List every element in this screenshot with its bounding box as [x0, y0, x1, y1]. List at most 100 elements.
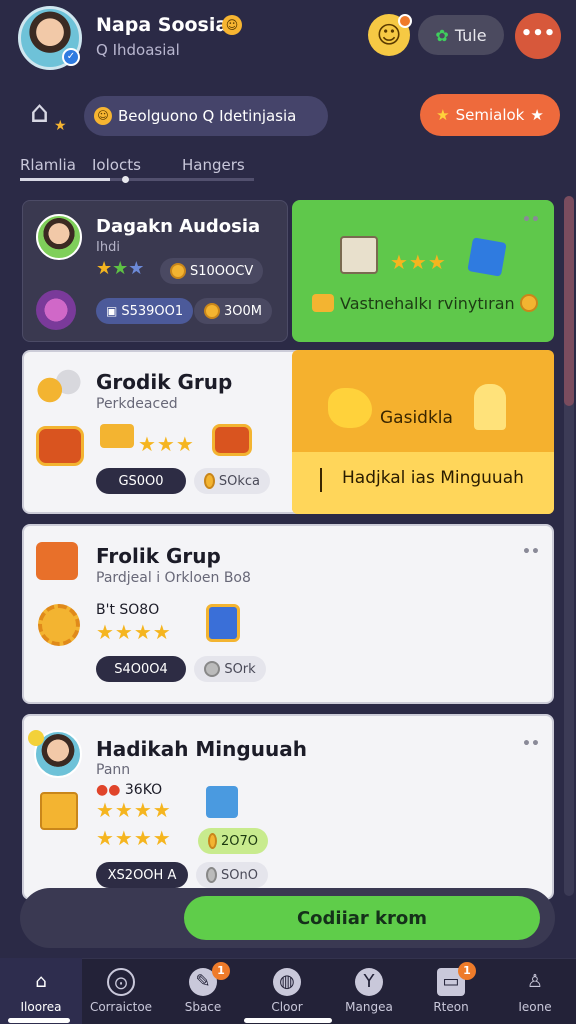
box-icon — [206, 786, 238, 818]
nav-label: Sbace — [184, 1000, 222, 1014]
coin-icon — [204, 303, 220, 319]
group-pill-a[interactable]: S4O0O4 — [96, 656, 186, 682]
group-price: B't SO8O — [96, 602, 160, 618]
nav-label: Corraictoe — [89, 1000, 153, 1014]
featured-pill-a[interactable]: ▣ S539OO1 — [96, 298, 194, 324]
card-icon: ▣ — [106, 304, 118, 318]
group-pill-b-label: SOrk — [224, 661, 256, 677]
bottle-icon — [474, 384, 506, 430]
group-pill-a[interactable]: XS2OOH A — [96, 862, 188, 888]
coin-icon — [208, 833, 217, 849]
search-field[interactable]: ☺ Beolguono Q Idetinjasia — [84, 96, 328, 136]
nav-item-home[interactable]: ⌂ Iloorea — [0, 958, 82, 1024]
featured-title: Dagakn Audosia — [96, 216, 261, 237]
flower-thumbnail — [36, 290, 76, 330]
more-options-button[interactable]: ••• — [515, 13, 561, 59]
group-pill-a-label: GS0O0 — [118, 473, 164, 489]
group-title: Grodik Grup — [96, 370, 233, 394]
gold-bars-icon — [100, 424, 134, 448]
group-pill-a-label: XS2OOH A — [107, 867, 177, 883]
notification-dot-icon — [398, 14, 412, 28]
scrollbar-thumb[interactable] — [564, 196, 574, 406]
compass-icon: ⊙ — [107, 968, 135, 996]
group-subtitle: Pann — [96, 762, 131, 778]
nav-label: Cloor — [271, 1000, 303, 1014]
featured-pill-a-label: S539OO1 — [121, 303, 184, 319]
divider — [320, 468, 322, 492]
group-pill-a[interactable]: GS0O0 — [96, 468, 186, 494]
box-icon — [340, 236, 378, 274]
star-icon: ★ — [530, 106, 544, 124]
nav-label: Rteon — [433, 1000, 469, 1014]
featured-pill-b[interactable]: 3O0M — [194, 298, 272, 324]
cube-icon — [467, 237, 507, 277]
smile-emoji-icon: ☺ — [222, 15, 242, 35]
profile-icon: ♙ — [526, 971, 544, 992]
coins-icon — [36, 366, 82, 406]
nav-item-globe[interactable]: ◍ Cloor — [246, 958, 328, 1024]
coin-stack-icon — [312, 294, 334, 312]
semialok-button[interactable]: ★ Semialok ★ — [420, 94, 560, 136]
nav-item-compass[interactable]: ⊙ Corraictoe — [80, 958, 162, 1024]
nav-item-box[interactable]: ▭ Rteon — [410, 958, 492, 1024]
nav-item-space[interactable]: ✎ Sbace — [162, 958, 244, 1024]
tab-hangers[interactable]: Hangers — [182, 156, 245, 174]
treasure-chest-icon — [36, 426, 84, 466]
coin-icon — [170, 263, 186, 279]
home-icon: ⌂ — [35, 971, 47, 992]
page-title: Napa Soosial — [96, 14, 235, 36]
rating-stars: ★★★ — [138, 432, 195, 456]
group-badge: 2O7O — [198, 828, 268, 854]
group-pill-b[interactable]: SOrk — [194, 656, 266, 682]
tab-active-indicator — [20, 178, 110, 181]
tab-rlamlia[interactable]: Rlamlia — [20, 156, 76, 174]
nav-badge: 1 — [212, 962, 230, 980]
verified-badge-icon: ✓ — [62, 48, 80, 66]
group-pill-a-label: S4O0O4 — [114, 661, 168, 677]
group-pill-b[interactable]: SOkca — [194, 468, 270, 494]
featured-value: S10OOCV — [190, 263, 254, 279]
gold-bars-icon — [40, 792, 78, 830]
featured-value-pill: S10OOCV — [160, 258, 264, 284]
coin-icon — [206, 867, 218, 883]
manage-icon: Y — [355, 968, 383, 996]
leaf-icon: ✿ — [435, 25, 449, 45]
home-indicator — [244, 1018, 332, 1023]
rating-stars: ★★★ — [390, 250, 447, 274]
coin-icon — [204, 473, 215, 489]
star-icon: ★ — [54, 118, 67, 134]
tule-label: Tule — [454, 25, 487, 45]
status-badge-icon — [28, 730, 44, 746]
tab-iolocts[interactable]: Iolocts — [92, 156, 141, 174]
promo-caption: Vastnehalkı rvinytıran — [340, 294, 515, 313]
page-subtitle: Q Ihdoasial — [96, 41, 180, 59]
tule-button[interactable]: ✿ Tule — [418, 15, 504, 55]
nav-item-manage[interactable]: Y Mangea — [328, 958, 410, 1024]
cake-icon — [212, 424, 252, 456]
group-title: Hadikah Minguuah — [96, 737, 307, 761]
rating-stars: ★★★★ — [96, 620, 172, 644]
globe-icon: ◍ — [273, 968, 301, 996]
nav-item-profile[interactable]: ♙ Ieone — [494, 958, 576, 1024]
group-price-value: 36KO — [124, 782, 163, 798]
primary-cta-button[interactable]: Codiiar krom — [184, 896, 540, 940]
more-icon[interactable]: •• — [522, 736, 540, 752]
semialok-label: Semialok — [455, 106, 525, 124]
rating-stars: ★★★ — [96, 258, 145, 279]
more-icon[interactable]: •• — [522, 544, 540, 560]
group-pill-b-label: SOnO — [221, 867, 258, 883]
group-pill-b[interactable]: SOnO — [196, 862, 268, 888]
orange-label: Gasidkla — [380, 408, 453, 428]
tab-slider-handle[interactable] — [122, 176, 129, 183]
more-icon[interactable]: •• — [522, 212, 540, 228]
group-badge-value: 2O7O — [220, 833, 258, 849]
emoji-icon: ☺ — [94, 107, 112, 125]
gift-box-icon — [36, 542, 78, 580]
featured-subtitle: Ihdi — [96, 240, 120, 255]
coin-icon — [520, 294, 538, 312]
star-icon: ★ — [436, 106, 450, 124]
featured-pill-b-label: 3O0M — [224, 303, 262, 319]
group-price: ●● 36KO — [96, 782, 162, 798]
featured-avatar — [36, 214, 82, 260]
coin-icon — [204, 661, 221, 677]
